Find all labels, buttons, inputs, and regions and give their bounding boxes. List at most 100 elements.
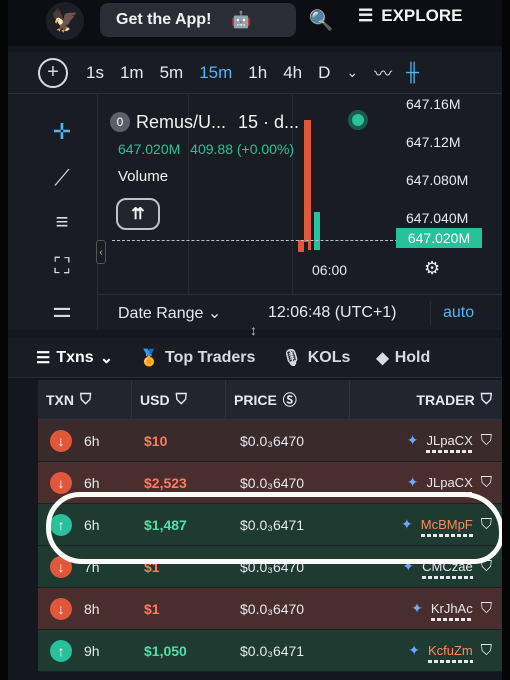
collapse-toolbar-icon[interactable]: ‹ bbox=[96, 240, 106, 264]
tab-top-traders-label: Top Traders bbox=[165, 348, 256, 366]
candlestick-icon[interactable]: ╫ bbox=[406, 62, 419, 83]
microphone-icon: 🎙 bbox=[281, 349, 302, 367]
list-icon: ☰ bbox=[36, 349, 51, 367]
header-trader[interactable]: TRADER ⛉ bbox=[350, 380, 502, 419]
tab-top-traders[interactable]: 🏅 Top Traders bbox=[139, 348, 255, 368]
get-app-button[interactable]: Get the App! 🤖 bbox=[100, 3, 296, 37]
trendline-icon[interactable]: ⟋ bbox=[46, 162, 78, 194]
chart-clock: 12:06:48 (UTC+1) bbox=[268, 303, 397, 321]
live-status-icon[interactable] bbox=[348, 110, 368, 130]
explore-button[interactable]: ☰ EXPLORE bbox=[358, 0, 494, 32]
crosshair-icon[interactable]: ✛ bbox=[46, 116, 78, 148]
tf-15m[interactable]: 15m bbox=[199, 63, 232, 83]
search-icon[interactable]: 🔍 bbox=[304, 4, 338, 36]
candle-wick bbox=[308, 120, 311, 250]
date-range-label: Date Range bbox=[118, 304, 204, 322]
fib-lines-icon[interactable]: ≡ bbox=[46, 206, 78, 238]
filter-icon[interactable]: ⛉ bbox=[176, 391, 187, 408]
android-icon: 🤖 bbox=[231, 12, 252, 29]
auto-scale-button[interactable]: auto bbox=[430, 300, 474, 325]
volume-label: Volume bbox=[118, 168, 169, 185]
filter-trader-icon[interactable]: ⛉ bbox=[481, 642, 492, 659]
price-value: 647.020M bbox=[118, 141, 181, 157]
filter-trader-icon[interactable]: ⛉ bbox=[481, 600, 492, 617]
price-readout: 647.020M 409.88 (+0.00%) bbox=[118, 141, 300, 157]
trader-cell: ✦ KrJhAc ⛉ bbox=[350, 588, 502, 629]
eagle-logo-icon[interactable]: 🦅 bbox=[46, 2, 84, 40]
app-screen: 🦅 Get the App! 🤖 🔍 ☰ EXPLORE + 1s 1m 5m … bbox=[8, 0, 502, 680]
trader-link[interactable]: JLpaCX bbox=[426, 475, 473, 495]
header-usd[interactable]: USD ⛉ bbox=[132, 380, 226, 419]
tf-d[interactable]: D bbox=[318, 63, 330, 83]
tf-5m[interactable]: 5m bbox=[160, 63, 184, 83]
tf-1s[interactable]: 1s bbox=[86, 63, 104, 83]
tab-kols[interactable]: 🎙 KOLs bbox=[281, 348, 350, 368]
trader-avatar-icon: ✦ bbox=[406, 474, 419, 490]
price-tick: 647.12M bbox=[406, 134, 461, 150]
trader-cell: ✦ JLpaCX ⛉ bbox=[350, 420, 502, 461]
get-app-label: Get the App! bbox=[116, 11, 212, 28]
trader-avatar-icon: ✦ bbox=[406, 432, 419, 448]
time-tick: 06:00 bbox=[312, 262, 348, 278]
menu-icon: ☰ bbox=[358, 6, 374, 25]
table-row[interactable]: ↓ 6h $10 $0.0₃6470 ✦ JLpaCX ⛉ bbox=[38, 420, 502, 462]
header-price[interactable]: PRICE Ⓢ bbox=[226, 380, 350, 419]
line-chart-icon[interactable]: 〰 bbox=[374, 60, 392, 86]
current-price-line bbox=[112, 240, 398, 241]
add-indicator-icon[interactable]: + bbox=[38, 57, 68, 88]
drawing-toolbar: ✛ ⟋ ≡ ⛶ ⚌ bbox=[8, 94, 98, 330]
medal-icon: 🏅 bbox=[139, 349, 160, 367]
sell-arrow-icon: ↓ bbox=[50, 471, 72, 494]
tf-1m[interactable]: 1m bbox=[120, 63, 144, 83]
trader-link[interactable]: JLpaCX bbox=[426, 433, 473, 453]
filter-icon[interactable]: ⛉ bbox=[80, 391, 91, 408]
filter-icon[interactable]: ⛉ bbox=[481, 391, 492, 408]
usd-cell: $1,050 bbox=[144, 642, 187, 659]
filter-trader-icon[interactable]: ⛉ bbox=[481, 432, 492, 449]
price-axis[interactable]: 647.16M 647.12M 647.080M 647.040M 647.02… bbox=[396, 94, 502, 294]
chevron-down-icon: ⌄ bbox=[207, 304, 222, 322]
pattern-icon[interactable]: ⛶ bbox=[46, 250, 78, 282]
diamond-icon: ◆ bbox=[376, 349, 389, 367]
tradingview-logo-icon: ⇈ bbox=[116, 198, 160, 230]
price-change: 409.88 (+0.00%) bbox=[190, 141, 295, 157]
table-row[interactable]: ↑ 9h $1,050 $0.0₃6471 ✦ KcfuZm ⛉ bbox=[38, 630, 502, 672]
chart-footer: Date Range ⌄ 12:06:48 (UTC+1) auto bbox=[98, 294, 502, 330]
chart-legend[interactable]: 0 Remus/U... 15 · d... bbox=[110, 108, 299, 136]
table-header: TXN ⛉ USD ⛉ PRICE Ⓢ TRADER ⛉ bbox=[38, 380, 502, 420]
measure-icon[interactable]: ⚌ bbox=[46, 294, 78, 326]
txn-age: 9h bbox=[84, 642, 100, 659]
txn-cell: ↓ 8h bbox=[38, 588, 132, 629]
txn-age: 6h bbox=[84, 432, 100, 449]
resize-handle-icon[interactable]: ↕ bbox=[250, 322, 257, 338]
trader-link[interactable]: KcfuZm bbox=[427, 643, 473, 663]
trader-link[interactable]: KrJhAc bbox=[430, 601, 473, 621]
date-range-button[interactable]: Date Range ⌄ bbox=[118, 303, 221, 323]
chevron-down-icon[interactable]: ⌄ bbox=[346, 64, 358, 81]
current-price-tag: 647.020M bbox=[396, 228, 482, 248]
txn-cell: ↑ 9h bbox=[38, 630, 132, 671]
chevron-down-icon: ⌄ bbox=[99, 349, 114, 367]
tf-1h[interactable]: 1h bbox=[248, 63, 267, 83]
tab-txns[interactable]: ☰ Txns ⌄ bbox=[36, 348, 113, 368]
table-row[interactable]: ↓ 8h $1 $0.0₃6470 ✦ KrJhAc ⛉ bbox=[38, 588, 502, 630]
trader-avatar-icon: ✦ bbox=[411, 600, 423, 616]
sell-arrow-icon: ↓ bbox=[50, 429, 72, 452]
filter-trader-icon[interactable]: ⛉ bbox=[481, 474, 492, 491]
chart-settings-icon[interactable]: ⚙ bbox=[424, 258, 440, 279]
usd-cell: $10 bbox=[144, 432, 168, 449]
tab-holders-label: Hold bbox=[394, 348, 431, 366]
trader-avatar-icon: ✦ bbox=[408, 642, 420, 658]
tab-kols-label: KOLs bbox=[307, 348, 351, 366]
price-chart[interactable]: ✛ ⟋ ≡ ⛶ ⚌ ‹ 0 Remus/U... 15 · d... 647.0… bbox=[8, 94, 502, 330]
tf-4h[interactable]: 4h bbox=[283, 63, 302, 83]
price-tick: 647.080M bbox=[406, 172, 469, 188]
tab-holders[interactable]: ◆ Hold bbox=[376, 348, 430, 368]
hand-drawn-highlight bbox=[46, 492, 502, 564]
timeframe-bar: + 1s 1m 5m 15m 1h 4h D ⌄ 〰 ╫ bbox=[8, 52, 502, 94]
top-bar: 🦅 Get the App! 🤖 🔍 ☰ EXPLORE bbox=[8, 0, 502, 46]
pair-title: Remus/U... bbox=[136, 111, 227, 132]
dollar-toggle-icon[interactable]: Ⓢ bbox=[283, 390, 297, 410]
header-txn[interactable]: TXN ⛉ bbox=[38, 380, 132, 419]
txn-age: 6h bbox=[84, 474, 100, 491]
